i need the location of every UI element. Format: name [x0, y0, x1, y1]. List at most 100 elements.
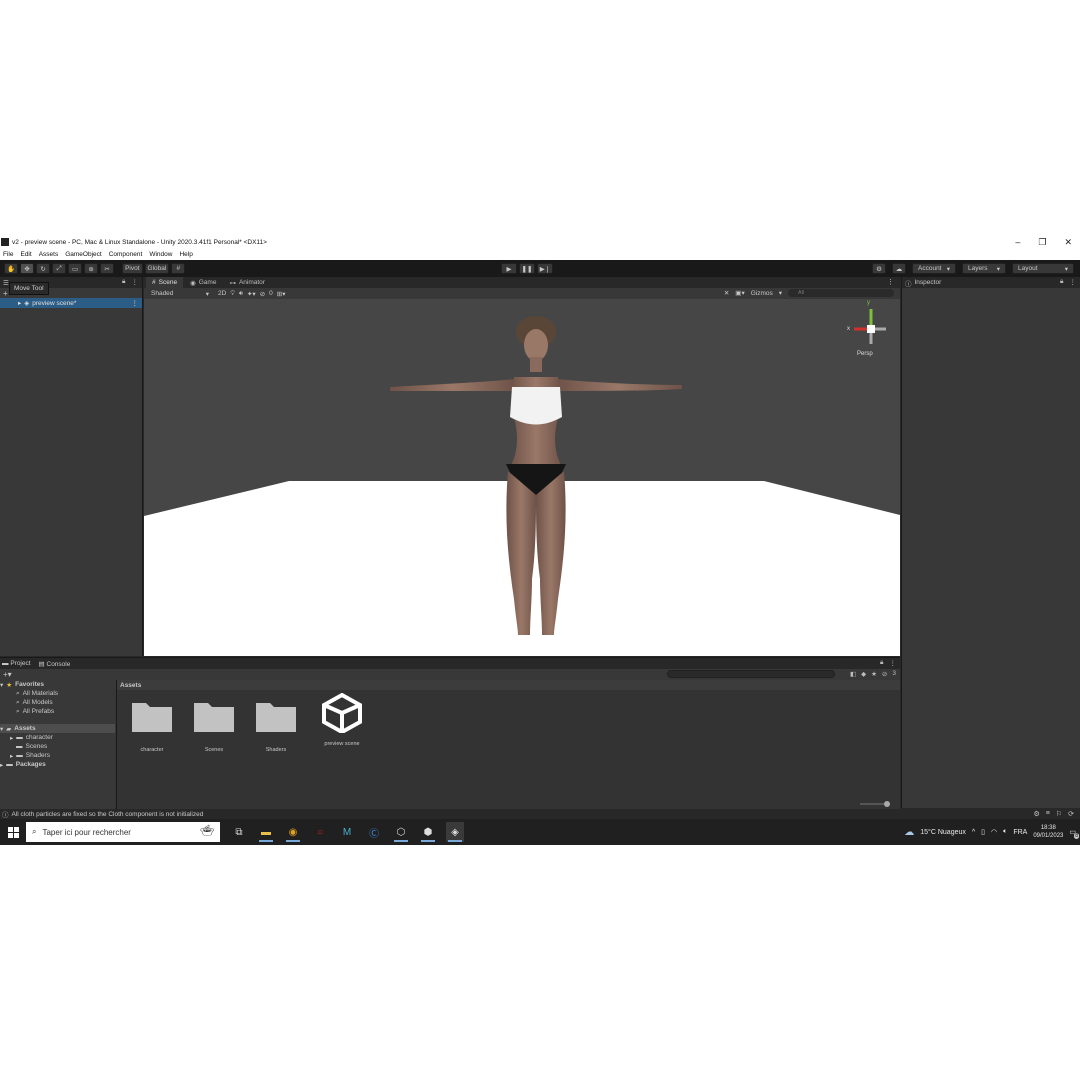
menu-assets[interactable]: Assets — [39, 251, 59, 258]
battery-icon[interactable]: ▯ — [981, 828, 985, 836]
search-by-type-icon[interactable]: ◧ — [850, 670, 856, 678]
tree-fav-prefabs[interactable]: ⌕ All Prefabs — [0, 707, 115, 716]
auto-refresh-icon[interactable]: ⟳ — [1068, 810, 1074, 818]
more-icon[interactable]: ⋮ — [132, 278, 139, 286]
mode-2d-toggle[interactable]: 2D — [218, 290, 226, 297]
asset-item[interactable]: character — [131, 699, 173, 753]
lock-icon[interactable]: 🔒︎ — [880, 659, 883, 667]
tools-icon[interactable]: ✕ — [724, 289, 729, 297]
unity-icon[interactable]: ⬢ — [419, 822, 437, 842]
tree-fav-materials[interactable]: ⌕ All Materials — [0, 689, 115, 698]
menu-gameobject[interactable]: GameObject — [65, 251, 102, 258]
hidden-packages-icon[interactable]: ⊘ — [882, 670, 887, 678]
lock-icon[interactable]: 🔒︎ — [1060, 278, 1063, 286]
more-icon[interactable]: ⋮ — [890, 659, 897, 667]
scale-tool-icon[interactable]: ⤢ — [52, 263, 67, 274]
volume-icon[interactable]: 🔈︎ — [1003, 828, 1007, 836]
unity-hub-icon[interactable]: ⬡ — [392, 822, 410, 842]
tab-scene[interactable]: # Scene — [146, 277, 184, 288]
shading-dropdown[interactable]: Shaded ▾ — [146, 288, 214, 299]
tree-assets[interactable]: ▾ ▰ Assets — [0, 724, 115, 733]
task-view-icon[interactable]: ⧉ — [230, 822, 248, 842]
chevron-up-icon[interactable]: ^ — [972, 829, 975, 836]
clock[interactable]: 18:38 09/01/2023 — [1033, 824, 1063, 840]
collab-icon[interactable]: ⚙ — [872, 263, 886, 274]
add-icon[interactable]: + — [3, 289, 8, 298]
hand-tool-icon[interactable]: ✋ — [4, 263, 19, 274]
wifi-icon[interactable]: ◠ — [991, 828, 997, 836]
hierarchy-scene-row[interactable]: ▸ ◈ preview scene* ⋮ — [0, 298, 142, 308]
rect-tool-icon[interactable]: ▭ — [68, 263, 83, 274]
pivot-toggle[interactable]: Pivot — [122, 263, 143, 274]
expand-arrow-icon[interactable]: ▸ — [10, 734, 13, 742]
breadcrumb[interactable]: Assets — [117, 680, 900, 690]
scene-search-input[interactable]: All — [788, 289, 894, 297]
inspector-tab[interactable]: ⓘ Inspector 🔒︎ ⋮ — [902, 277, 1080, 288]
global-toggle[interactable]: Global — [144, 263, 170, 274]
status-message[interactable]: All cloth particles are fixed so the Clo… — [12, 811, 204, 818]
layers-dropdown[interactable]: Layers ▾ — [962, 263, 1006, 274]
more-icon[interactable]: ⋮ — [887, 278, 894, 286]
effects-icon[interactable]: ✦▾ — [247, 290, 256, 298]
persp-label[interactable]: Persp — [857, 351, 873, 357]
visibility-icon[interactable]: ⊘ — [260, 290, 265, 298]
audio-icon[interactable]: 🔊︎ — [239, 290, 243, 298]
pause-icon[interactable]: ❚❚ — [519, 263, 535, 274]
cloud-icon[interactable]: ☁ — [892, 263, 906, 274]
windows-start-icon[interactable] — [0, 819, 26, 845]
unity-editor-icon[interactable]: ◈ — [446, 822, 464, 842]
step-icon[interactable]: ▶❘ — [537, 263, 553, 274]
favorite-icon[interactable]: ★ — [871, 670, 877, 678]
add-icon[interactable]: +▾ — [3, 670, 12, 679]
language-label[interactable]: FRA — [1013, 829, 1027, 836]
rotate-tool-icon[interactable]: ↻ — [36, 263, 51, 274]
gizmos-dropdown[interactable]: Gizmos — [751, 290, 773, 297]
camera-icon[interactable]: ▣▾ — [735, 289, 744, 297]
notification-icon[interactable]: ▭ 8 — [1069, 828, 1079, 839]
slider-knob[interactable] — [884, 801, 890, 807]
project-search-input[interactable] — [667, 670, 835, 678]
lock-icon[interactable]: 🔒︎ — [122, 278, 125, 286]
tab-animator[interactable]: ⊶ Animator — [223, 277, 271, 288]
menu-component[interactable]: Component — [109, 251, 143, 258]
account-dropdown[interactable]: Account ▾ — [912, 263, 956, 274]
close-button[interactable]: ✕ — [1064, 237, 1072, 248]
debug-icon[interactable]: ⚐ — [1056, 810, 1062, 818]
tree-scenes[interactable]: ▬ Scenes — [0, 742, 115, 751]
cache-icon[interactable]: ≡ — [1046, 810, 1050, 818]
asset-item[interactable]: Shaders — [255, 699, 297, 753]
file-explorer-icon[interactable]: ▬ — [257, 822, 275, 842]
tree-favorites[interactable]: ▾ ★ Favorites — [0, 680, 115, 689]
app-c-icon[interactable]: Ⓒ — [365, 822, 383, 842]
play-icon[interactable]: ▶ — [501, 263, 517, 274]
scene-viewport[interactable]: x y Persp — [144, 299, 900, 656]
taskbar-search-input[interactable]: ⌕ Taper ici pour rechercher 🍲︎ — [26, 822, 220, 842]
custom-tool-icon[interactable]: ✂ — [100, 263, 115, 274]
tab-project[interactable]: ▬ Project — [2, 660, 31, 667]
more-icon[interactable]: ⋮ — [1070, 278, 1077, 286]
expand-arrow-icon[interactable]: ▾ — [0, 681, 3, 689]
lighting-icon[interactable]: 💡︎ — [230, 290, 235, 298]
layout-dropdown[interactable]: Layout ▾ — [1012, 263, 1074, 274]
chrome-icon[interactable]: ◉ — [284, 822, 302, 842]
menu-file[interactable]: File — [3, 251, 13, 258]
expand-arrow-icon[interactable]: ▸ — [18, 299, 21, 307]
label-icon[interactable]: ◆ — [861, 670, 866, 678]
opera-icon[interactable]: ○ — [311, 822, 329, 842]
app-m-icon[interactable]: M — [338, 822, 356, 842]
restore-button[interactable]: ❐ — [1038, 237, 1046, 248]
tree-packages[interactable]: ▸ ▬ Packages — [0, 760, 115, 769]
more-icon[interactable]: ⋮ — [132, 299, 139, 307]
tree-shaders[interactable]: ▸ ▬ Shaders — [0, 751, 115, 760]
grid-snap-icon[interactable]: # — [171, 263, 186, 274]
tree-fav-models[interactable]: ⌕ All Models — [0, 698, 115, 707]
menu-edit[interactable]: Edit — [20, 251, 31, 258]
minimize-button[interactable]: – — [1015, 237, 1020, 247]
grid-icon[interactable]: ⊞▾ — [277, 290, 286, 298]
expand-arrow-icon[interactable]: ▾ — [0, 725, 3, 733]
weather-label[interactable]: 15°C Nuageux — [920, 829, 966, 836]
menu-help[interactable]: Help — [179, 251, 192, 258]
tree-character[interactable]: ▸ ▬ character — [0, 733, 115, 742]
menu-window[interactable]: Window — [149, 251, 172, 258]
asset-item[interactable]: preview scene — [317, 693, 367, 753]
